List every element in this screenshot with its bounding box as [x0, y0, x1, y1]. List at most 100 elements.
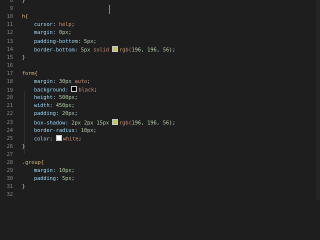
code-token: }: [22, 184, 26, 191]
line-number: 11: [6, 22, 13, 29]
code-line[interactable]: 15}: [0, 54, 25, 62]
code-line[interactable]: 25 color: white;: [0, 134, 82, 143]
line-number: 9: [9, 6, 13, 13]
line-number: 22: [6, 111, 13, 118]
code-text: border-bottom: 5px solid rgb(196, 196, 5…: [22, 45, 175, 55]
code-line[interactable]: 16: [0, 62, 22, 70]
code-line[interactable]: 28 .group{: [0, 159, 44, 167]
code-text: form{: [22, 70, 38, 78]
code-token: box-shadow: [34, 120, 66, 126]
code-line[interactable]: 13 padding-bottom: 5px;: [0, 38, 97, 46]
line-number: 24: [6, 127, 13, 134]
code-text: height: 500px;: [22, 94, 78, 102]
line-number: 32: [6, 192, 13, 199]
code-token: ;: [68, 30, 72, 37]
code-text: }: [22, 54, 25, 62]
code-token: 196, 196, 56: [131, 47, 170, 54]
code-line[interactable]: 23 box-shadow: 2px 2px 15px rgb(196, 196,…: [0, 118, 176, 127]
code-token: rgb(: [119, 120, 132, 126]
line-number: 13: [6, 38, 13, 45]
code-token: 5px: [83, 38, 94, 45]
code-text: padding-bottom: 5px;: [22, 38, 96, 46]
code-line[interactable]: 11 cursor: help;: [0, 21, 75, 29]
code-line[interactable]: 14 border-bottom: 5px solid rgb(196, 196,…: [0, 45, 175, 55]
code-line[interactable]: 19 background: black;: [0, 86, 97, 94]
line-number: 31: [6, 184, 13, 191]
code-token: );: [169, 120, 176, 126]
code-line[interactable]: 20 height: 500px;: [0, 94, 78, 102]
code-text: label{: [22, 200, 41, 201]
code-token: margin: [34, 30, 53, 37]
code-text: padding: 20px;: [22, 110, 78, 118]
code-token: ;: [74, 111, 78, 118]
color-swatch-icon[interactable]: [55, 134, 62, 141]
code-text: .group{: [22, 159, 44, 167]
vertical-scrollbar[interactable]: [316, 0, 320, 200]
code-token: margin: [34, 168, 53, 175]
code-token: margin: [34, 79, 53, 85]
line-number: 16: [6, 62, 13, 69]
code-token: form{: [22, 70, 38, 77]
code-text: margin: 30px auto;: [22, 78, 90, 86]
code-line[interactable]: 29 margin: 10px;: [0, 167, 75, 175]
code-token: 30px: [59, 79, 72, 85]
code-token: padding: [34, 176, 56, 183]
code-line[interactable]: 30 padding: 5px;: [0, 175, 75, 183]
code-line[interactable]: 31}: [0, 183, 25, 191]
code-token: ;: [71, 176, 75, 183]
code-token: ;: [78, 136, 82, 143]
code-text: }: [22, 183, 25, 191]
line-number: 27: [6, 151, 13, 158]
code-token: 10px: [59, 168, 72, 175]
color-swatch-icon[interactable]: [71, 86, 78, 93]
code-token: cursor: [34, 22, 53, 29]
code-token: h{: [22, 14, 29, 21]
code-token: width: [34, 103, 50, 110]
line-number: 12: [6, 30, 13, 37]
code-text: margin: 0px;: [22, 29, 72, 37]
code-token: ;: [87, 79, 91, 85]
code-text: }: [22, 143, 25, 151]
code-line[interactable]: 33 label{: [0, 200, 41, 201]
code-line[interactable]: 22 padding: 20px;: [0, 110, 78, 118]
code-token: auto: [71, 79, 88, 85]
code-line[interactable]: 9: [0, 5, 22, 13]
code-token: ;: [93, 127, 97, 134]
line-number: 28: [6, 160, 13, 166]
code-text: h{: [22, 13, 28, 21]
code-line[interactable]: 18 margin: 30px auto;: [0, 78, 91, 86]
code-token: 0px: [59, 30, 69, 37]
code-line[interactable]: 24 border-radius: 10px;: [0, 127, 97, 135]
line-number: 29: [6, 168, 13, 175]
code-line[interactable]: 27: [0, 151, 22, 159]
code-token: ;: [71, 168, 75, 175]
code-line[interactable]: 21 width: 450px;: [0, 102, 75, 110]
code-token: black: [78, 87, 95, 94]
line-number: 21: [6, 103, 13, 110]
color-swatch-icon[interactable]: [112, 45, 119, 52]
line-number: 33: [0, 200, 13, 201]
code-token: height: [34, 95, 53, 102]
line-number: 17: [6, 70, 13, 77]
code-line[interactable]: 32: [0, 191, 22, 199]
code-token: border-radius: [34, 127, 75, 134]
line-number: 20: [6, 95, 13, 102]
code-line[interactable]: 12 margin: 0px;: [0, 29, 72, 37]
code-token: 500px: [59, 95, 75, 102]
line-number: 10: [6, 14, 13, 21]
code-line[interactable]: 26}: [0, 143, 25, 151]
line-number: 26: [6, 143, 13, 150]
code-token: 5px: [62, 176, 72, 183]
line-number: 18: [6, 79, 13, 85]
code-token: 450px: [55, 103, 72, 110]
code-token: help: [59, 22, 72, 29]
code-token: ;: [93, 38, 97, 45]
code-token: }: [22, 143, 26, 150]
code-text: width: 450px;: [22, 102, 75, 110]
color-swatch-icon[interactable]: [112, 118, 119, 125]
code-editor[interactable]: 8} 9 10 h{11 cursor: help; 12 margin: 0px; 13 pa…: [0, 0, 320, 200]
code-line[interactable]: 17 form{: [0, 70, 38, 78]
code-text: cursor: help;: [22, 21, 75, 29]
code-line[interactable]: 10 h{: [0, 13, 29, 21]
code-text: margin: 10px;: [22, 167, 75, 175]
